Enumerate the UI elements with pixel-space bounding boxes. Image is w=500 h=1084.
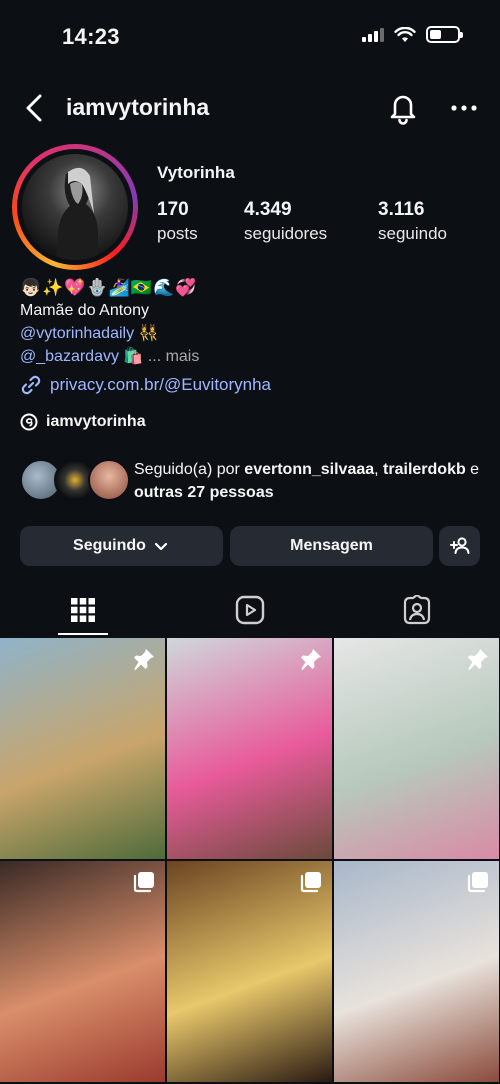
stat-posts-count: 170 <box>157 199 189 220</box>
stat-followers[interactable]: 4.349 seguidores <box>244 199 327 244</box>
content-tabs <box>0 583 500 637</box>
bio-mention-bazar[interactable]: @_bazardavy <box>20 348 119 365</box>
link-icon <box>21 375 41 395</box>
reels-icon <box>235 595 265 625</box>
more-options-icon[interactable] <box>448 92 480 124</box>
post-thumbnail[interactable] <box>167 638 332 859</box>
profile-header: iamvytorinha <box>0 86 500 130</box>
stat-following-count: 3.116 <box>378 199 425 220</box>
status-time: 14:23 <box>62 24 120 49</box>
followed-by[interactable]: Seguido(a) por evertonn_silvaaa, trailer… <box>20 458 480 504</box>
cellular-signal-icon <box>362 27 384 42</box>
tab-reels[interactable] <box>167 583 333 637</box>
pin-icon <box>132 647 156 671</box>
active-tab-indicator <box>58 633 108 635</box>
stat-followers-label: seguidores <box>244 224 328 243</box>
back-arrow-icon[interactable] <box>20 92 50 124</box>
bio-line: Mamãe do Antony <box>20 302 149 319</box>
tagged-icon <box>403 595 431 625</box>
post-thumbnail[interactable] <box>334 861 499 1082</box>
threads-handle: iamvytorinha <box>46 413 146 430</box>
following-button-label: Seguindo <box>73 537 146 554</box>
bio-mention-emoji: 👯‍♀️ <box>138 325 159 342</box>
profile-avatar <box>22 154 128 260</box>
carousel-icon <box>466 870 490 894</box>
bio-mention-daily[interactable]: @vytorinhadaily <box>20 325 134 342</box>
wifi-icon <box>394 26 416 42</box>
followed-others: outras 27 pessoas <box>134 484 274 501</box>
follower-avatar <box>88 459 130 501</box>
post-thumbnail[interactable] <box>167 861 332 1082</box>
threads-badge[interactable]: iamvytorinha <box>20 413 146 431</box>
post-thumbnail[interactable] <box>334 638 499 859</box>
bio: 👦🏻✨💖🪬🏄‍♀️🇧🇷🌊💞 Mamãe do Antony @vytorinha… <box>20 276 480 368</box>
stat-posts-label: posts <box>157 224 198 243</box>
followed-user-1: evertonn_silvaaa <box>244 461 375 478</box>
stat-followers-count: 4.349 <box>244 199 292 220</box>
profile-link-text: privacy.com.br/@Euvitorynha <box>50 375 272 394</box>
stat-posts[interactable]: 170 posts <box>157 199 198 244</box>
tab-posts-grid[interactable] <box>0 583 166 637</box>
message-button-label: Mensagem <box>290 537 373 554</box>
tab-tagged[interactable] <box>334 583 500 637</box>
pin-icon <box>299 647 323 671</box>
post-thumbnail[interactable] <box>0 861 165 1082</box>
carousel-icon <box>299 870 323 894</box>
add-user-icon <box>449 537 469 554</box>
followed-by-text: Seguido(a) por evertonn_silvaaa, trailer… <box>134 461 480 501</box>
post-thumbnail[interactable] <box>0 638 165 859</box>
pin-icon <box>466 647 490 671</box>
battery-icon <box>426 26 463 43</box>
followed-user-2: trailerdokb <box>383 461 466 478</box>
chevron-down-icon <box>154 542 168 551</box>
carousel-icon <box>132 870 156 894</box>
message-button[interactable]: Mensagem <box>230 526 433 566</box>
bell-icon[interactable] <box>386 90 420 126</box>
bio-more-link[interactable]: ... mais <box>148 348 200 365</box>
add-user-button[interactable] <box>439 526 480 566</box>
stat-following-label: seguindo <box>378 224 448 243</box>
bio-mention-bazar-emoji: 🛍️ <box>123 348 144 365</box>
stat-following[interactable]: 3.116 seguindo <box>378 199 447 244</box>
bio-emoji-line: 👦🏻✨💖🪬🏄‍♀️🇧🇷🌊💞 <box>20 278 198 297</box>
status-bar: 14:23 <box>0 0 500 70</box>
grid-icon <box>71 598 95 622</box>
display-name: Vytorinha <box>157 163 235 182</box>
threads-icon <box>20 413 38 431</box>
profile-link[interactable]: privacy.com.br/@Euvitorynha <box>20 374 271 396</box>
profile-username-title: iamvytorinha <box>66 94 210 120</box>
following-button[interactable]: Seguindo <box>20 526 223 566</box>
story-ring[interactable] <box>12 144 138 270</box>
